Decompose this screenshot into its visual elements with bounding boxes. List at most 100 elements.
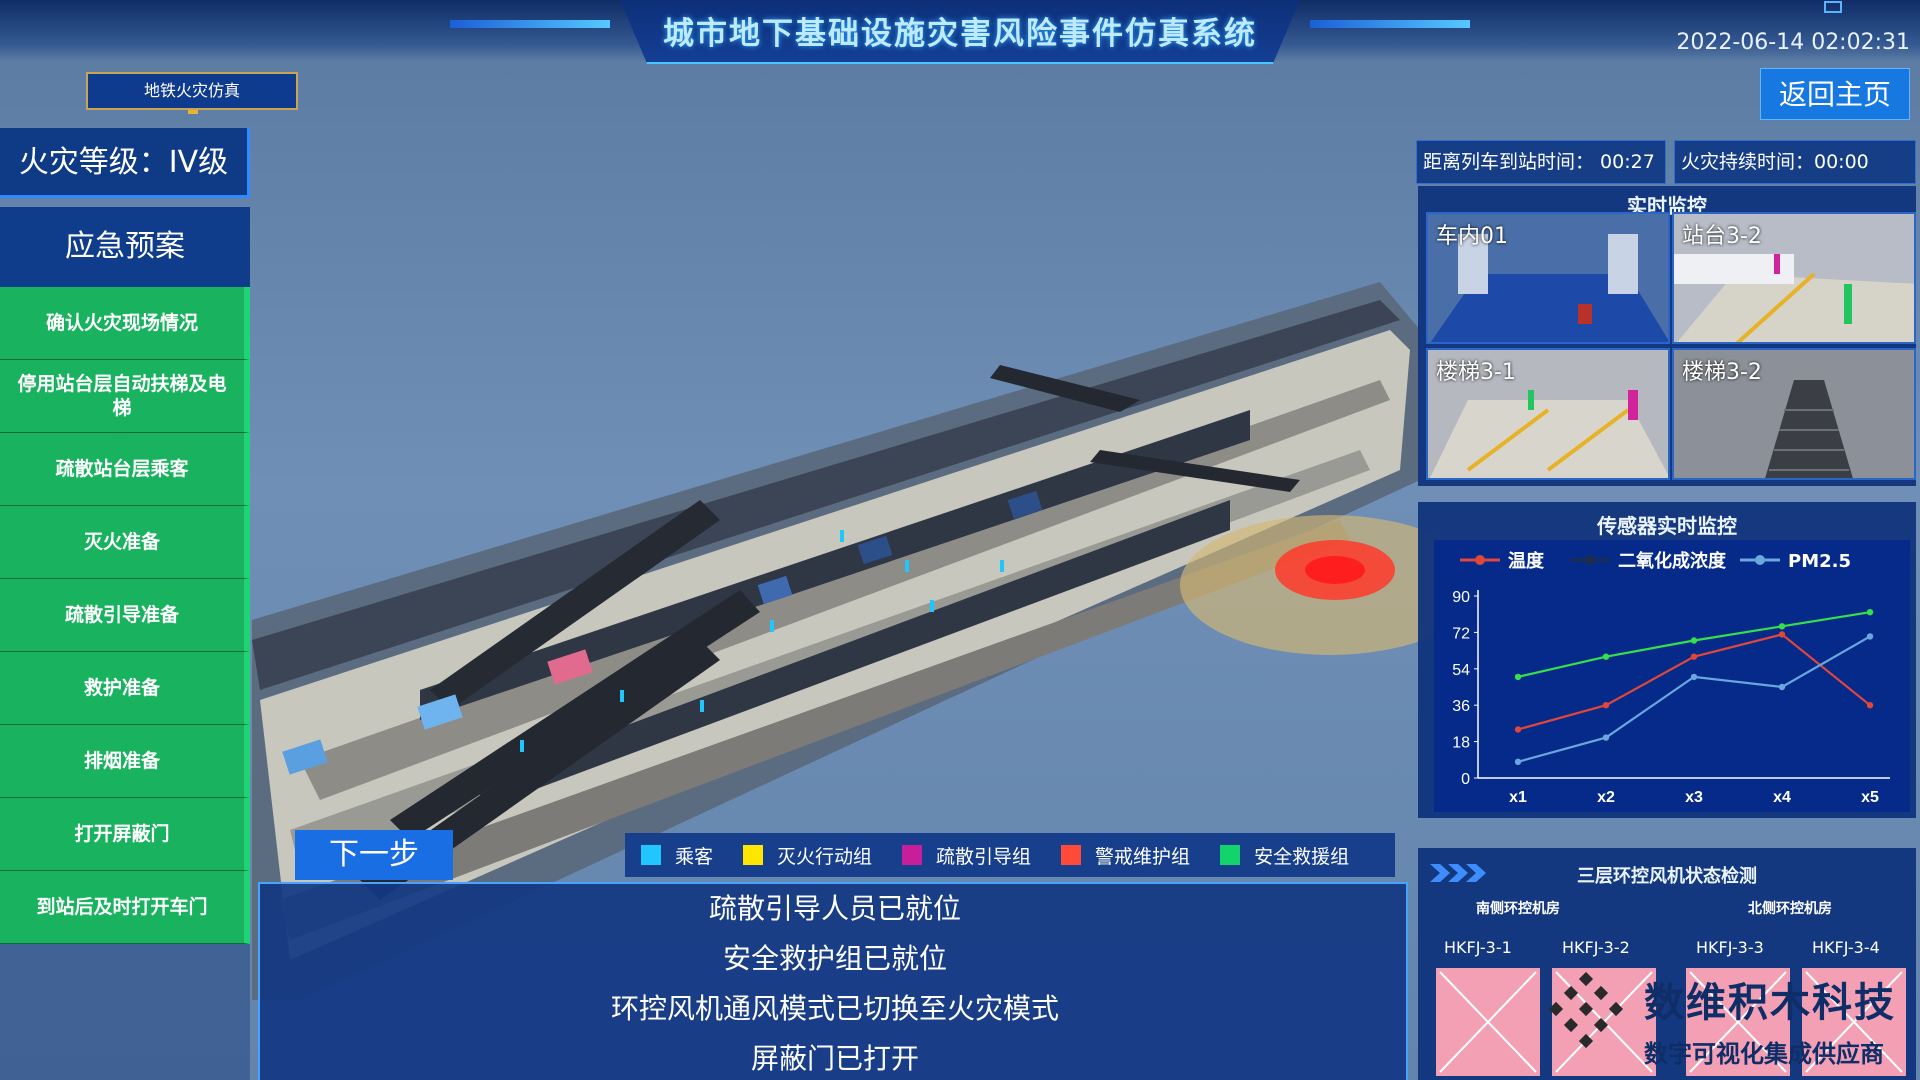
x-tick-label: x3 xyxy=(1685,789,1703,806)
legend-label-1: 二氧化成浓度 xyxy=(1618,550,1727,572)
series-line-0 xyxy=(1517,633,1871,731)
sensor-line-chart: 0 18 36 54 72 90 x1 x2 x3 x4 x5 温度 二氧化成浓度 PM2.5 xyxy=(1452,550,1890,806)
tab-metro-fire-simulation[interactable]: 地铁火灾仿真 xyxy=(86,72,298,114)
series-point-1 xyxy=(1602,653,1610,660)
legend-item-firefighting-team: 灭火行动组 xyxy=(743,842,872,869)
event-log-panel[interactable]: 疏散引导人员已就位 安全救护组已就位 环控风机通风模式已切换至火灾模式 屏蔽门已… xyxy=(258,882,1408,1080)
legend-item-security-team: 警戒维护组 xyxy=(1061,842,1190,869)
plan-item-rescue-prep[interactable]: 救护准备 xyxy=(0,652,250,725)
legend-label: 疏散引导组 xyxy=(936,845,1032,868)
log-line: 安全救护组已就位 xyxy=(722,942,947,975)
series-point-2 xyxy=(1866,633,1874,640)
fan-unit-label: HKFJ-3-1 xyxy=(1444,938,1512,957)
north-room-label: 北侧环控机房 xyxy=(1748,901,1832,917)
legend-label: 安全救援组 xyxy=(1254,845,1350,868)
x-tick-label: x2 xyxy=(1597,789,1615,806)
watermark: 数维积木科技 数字可视化集成供应商 xyxy=(1644,970,1896,1069)
legend-label-2: PM2.5 xyxy=(1788,551,1851,572)
plan-item-firefighting-prep[interactable]: 灭火准备 xyxy=(0,506,250,579)
legend-swatch xyxy=(641,845,661,865)
y-tick-label: 54 xyxy=(1452,662,1470,679)
plan-item-smoke-exhaust-prep[interactable]: 排烟准备 xyxy=(0,725,250,798)
series-point-0 xyxy=(1778,631,1786,638)
camera-label: 车内01 xyxy=(1436,224,1508,249)
log-line: 环控风机通风模式已切换至火灾模式 xyxy=(610,992,1059,1025)
series-point-1 xyxy=(1866,608,1874,616)
series-point-2 xyxy=(1514,758,1522,766)
y-tick-label: 72 xyxy=(1452,625,1470,642)
watermark-subtitle: 数字可视化集成供应商 xyxy=(1644,1040,1884,1068)
return-home-button[interactable]: 返回主页 xyxy=(1760,68,1910,120)
camera-label: 楼梯3-2 xyxy=(1682,360,1762,385)
plan-item-stop-escalators[interactable]: 停用站台层自动扶梯及电梯 xyxy=(0,360,250,433)
fan-unit-status-tile[interactable] xyxy=(1436,968,1540,1076)
camera-feed-stairs-3-2[interactable]: 楼梯3-2 xyxy=(1672,348,1916,480)
fan-title: 三层环控风机状态检测 xyxy=(1577,866,1757,887)
legend-swatch xyxy=(1220,845,1241,865)
fan-off-icon xyxy=(1439,971,1537,1073)
camera-feed-platform-3-2[interactable]: 站台3-2 xyxy=(1672,212,1916,344)
series-point-1 xyxy=(1690,637,1698,644)
sensor-monitor-panel: 传感器实时监控 0 18 36 54 72 90 x1 x2 x3 x4 x5 温度 二氧化成浓度 PM2… xyxy=(1418,502,1916,818)
legend-item-rescue-team: 安全救援组 xyxy=(1220,842,1349,869)
realtime-monitor-panel: 实时监控 车内01 站台3-2 楼梯3-1 楼梯3-2 xyxy=(1418,186,1916,486)
log-line: 疏散引导人员已就位 xyxy=(708,892,961,925)
legend-label: 警戒维护组 xyxy=(1095,845,1191,868)
watermark-logo-icon xyxy=(1548,972,1624,1049)
series-point-0 xyxy=(1690,653,1698,660)
fire-level-label: 火灾等级：IV级 xyxy=(0,128,250,198)
series-point-0 xyxy=(1514,726,1522,733)
legend-item-evacuation-team: 疏散引导组 xyxy=(902,842,1031,869)
south-room-label: 南侧环控机房 xyxy=(1476,901,1560,917)
legend-marker-2 xyxy=(1755,555,1765,565)
legend-label: 灭火行动组 xyxy=(777,845,873,868)
series-point-2 xyxy=(1778,683,1786,691)
title-decoration-left xyxy=(450,20,610,28)
next-step-button[interactable]: 下一步 xyxy=(295,830,453,880)
series-point-1 xyxy=(1778,623,1786,630)
camera-label: 站台3-2 xyxy=(1682,224,1762,249)
legend-marker-0 xyxy=(1475,555,1485,565)
sensor-title: 传感器实时监控 xyxy=(1597,514,1737,538)
series-point-2 xyxy=(1690,673,1698,681)
camera-label: 楼梯3-1 xyxy=(1436,360,1516,385)
y-tick-label: 0 xyxy=(1461,771,1470,788)
series-point-2 xyxy=(1602,734,1610,741)
plan-item-evacuate-platform[interactable]: 疏散站台层乘客 xyxy=(0,433,250,506)
x-tick-label: x1 xyxy=(1509,789,1527,806)
y-tick-label: 18 xyxy=(1452,735,1470,752)
legend-marker-1 xyxy=(1585,555,1595,565)
legend-item-passenger: 乘客 xyxy=(641,842,713,869)
plan-item-confirm-fire-scene[interactable]: 确认火灾现场情况 xyxy=(0,287,250,360)
watermark-title: 数维积木科技 xyxy=(1644,980,1896,1026)
title-decoration-right xyxy=(1310,20,1470,28)
legend-swatch xyxy=(743,845,764,865)
fan-unit-label: HKFJ-3-4 xyxy=(1812,938,1880,957)
camera-feed-stairs-3-1[interactable]: 楼梯3-1 xyxy=(1426,348,1670,480)
legend-label-0: 温度 xyxy=(1508,550,1545,572)
emergency-plan-title: 应急预案 xyxy=(0,207,250,287)
y-tick-label: 90 xyxy=(1452,589,1470,606)
sensor-chart: 0 18 36 54 72 90 x1 x2 x3 x4 x5 温度 二氧化成浓度 PM2.5 xyxy=(1434,540,1910,812)
legend-swatch xyxy=(902,845,923,865)
camera-feed-car-01[interactable]: 车内01 xyxy=(1426,212,1670,344)
plan-item-open-screen-doors[interactable]: 打开屏蔽门 xyxy=(0,798,250,871)
window-restore-icon[interactable] xyxy=(1824,1,1842,13)
fire-duration-timer: 火灾持续时间：00:00 xyxy=(1674,140,1916,184)
plan-item-open-train-doors[interactable]: 到站后及时打开车门 xyxy=(0,871,250,944)
plan-item-evacuation-guide-prep[interactable]: 疏散引导准备 xyxy=(0,579,250,652)
series-point-0 xyxy=(1866,702,1874,709)
datetime-display: 2022-06-14 02:02:31 xyxy=(1676,30,1910,55)
train-arrival-timer: 距离列车到站时间： 00:27 xyxy=(1416,140,1666,184)
y-tick-label: 36 xyxy=(1452,698,1470,715)
x-tick-label: x5 xyxy=(1861,789,1879,806)
fan-unit-label: HKFJ-3-3 xyxy=(1696,938,1764,957)
log-line: 屏蔽门已打开 xyxy=(750,1042,919,1075)
legend-swatch xyxy=(1061,845,1082,865)
role-legend: 乘客 灭火行动组 疏散引导组 警戒维护组 安全救援组 xyxy=(625,833,1395,877)
series-point-1 xyxy=(1514,673,1522,681)
fan-unit-label: HKFJ-3-2 xyxy=(1562,938,1630,957)
x-tick-label: x4 xyxy=(1773,789,1791,806)
sidebar-footer xyxy=(0,940,250,1080)
emergency-plan-list: 确认火灾现场情况 停用站台层自动扶梯及电梯 疏散站台层乘客 灭火准备 疏散引导准… xyxy=(0,287,250,944)
